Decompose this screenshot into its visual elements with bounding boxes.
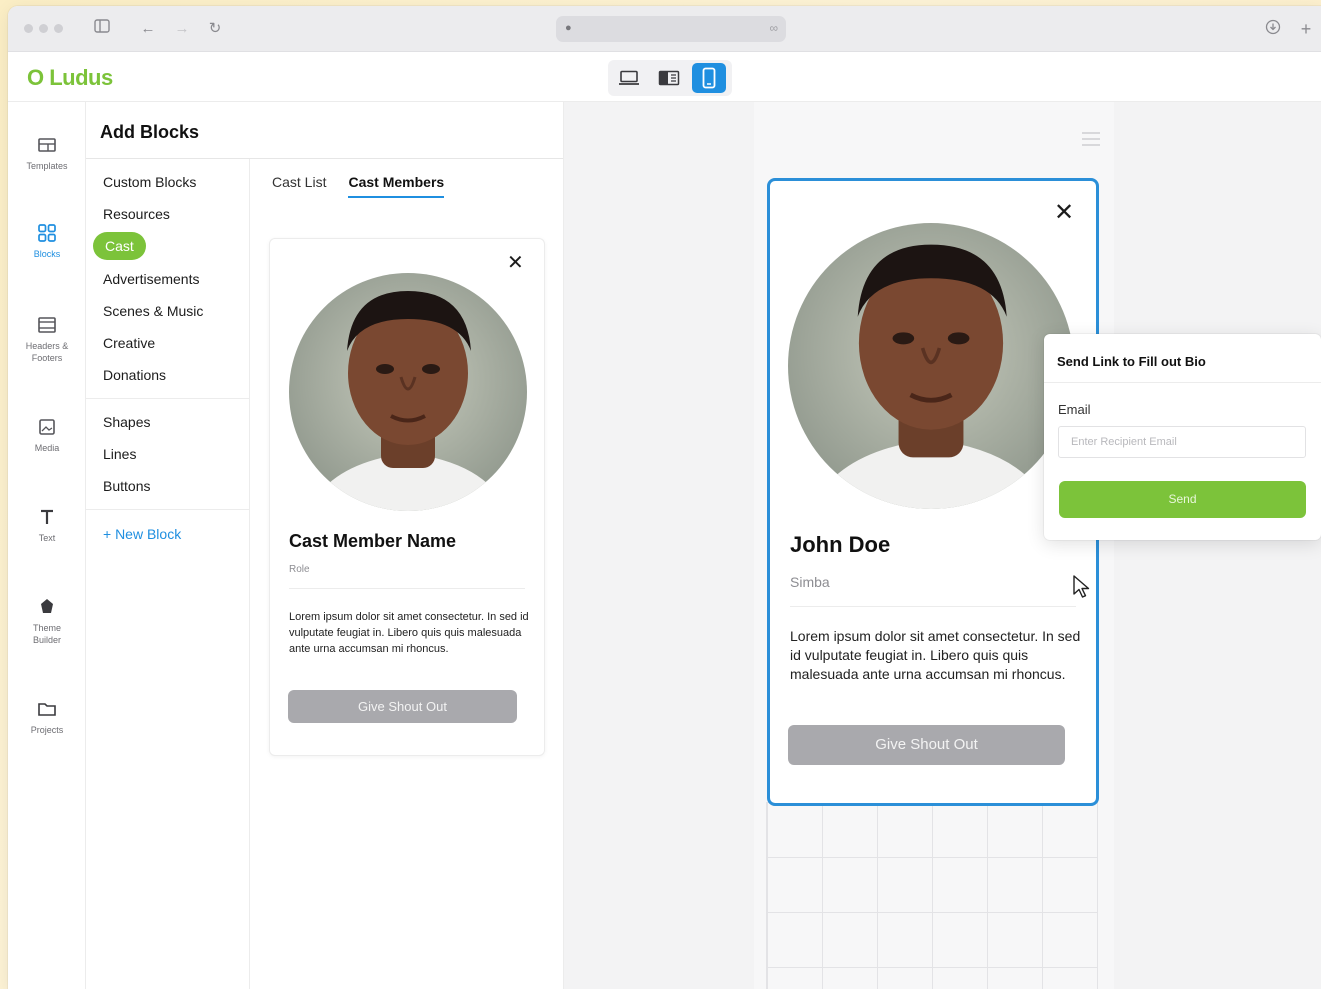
sidebar-toggle-icon[interactable] [92,19,112,39]
forward-arrow-icon[interactable]: → [172,19,192,39]
cast-member-name: Cast Member Name [289,531,457,551]
text-icon [41,509,53,524]
lock-icon: ● [565,22,572,34]
cast-member-bio[interactable]: Lorem ipsum dolor sit amet consectetur. … [790,627,1082,684]
new-block-link[interactable]: + New Block [103,526,181,542]
headers-footers-icon [38,317,56,333]
popover-title: Send Link to Fill out Bio [1057,354,1206,369]
new-tab-plus-icon[interactable]: + [1296,19,1316,39]
block-tabs: Cast List Cast Members [272,174,445,198]
avatar [289,273,527,511]
layout-grid [766,802,1098,989]
email-label: Email [1058,402,1091,417]
blocks-icon [38,224,56,242]
address-bar[interactable]: ● ∞ [556,16,786,42]
tablet-view-button[interactable] [652,63,686,93]
cast-member-role: Role [289,564,310,575]
menu-icon[interactable] [1082,132,1100,150]
send-button[interactable]: Send [1059,481,1306,518]
media-icon [39,419,55,435]
rail-item-projects[interactable]: Projects [8,700,86,736]
panel-title: Add Blocks [100,122,200,142]
rail-item-blocks[interactable]: Blocks [8,224,86,260]
mouse-cursor-icon [1073,575,1090,598]
category-list: Custom Blocks Resources Cast Advertiseme… [86,159,250,989]
cast-member-name[interactable]: John Doe [790,532,890,558]
close-icon[interactable]: ✕ [507,253,524,273]
app-header: O Ludus [8,52,1321,102]
category-scenes-music[interactable]: Scenes & Music [103,303,203,319]
editor-canvas[interactable]: ✕ John Doe Simba Lorem ipsum dolor sit a… [564,102,1321,989]
close-icon[interactable]: ✕ [1054,201,1074,225]
send-bio-link-popover: Send Link to Fill out Bio Email Send [1044,334,1321,540]
rail-item-media[interactable]: Media [8,418,86,454]
category-custom-blocks[interactable]: Custom Blocks [103,174,196,190]
avatar [788,223,1074,509]
cast-member-bio: Lorem ipsum dolor sit amet consectetur. … [289,611,529,655]
theme-builder-icon [41,599,53,613]
rail-item-theme-builder[interactable]: Theme Builder [8,598,86,646]
cast-member-role[interactable]: Simba [790,574,830,590]
templates-icon [38,138,56,152]
category-resources[interactable]: Resources [103,206,170,222]
give-shout-out-button[interactable]: Give Shout Out [288,690,517,723]
laptop-icon [619,70,639,85]
mobile-view-button[interactable] [692,63,726,93]
category-donations[interactable]: Donations [103,367,166,383]
app-window: ← → ↻ ● ∞ + O Ludus Templates Blocks Hea… [8,6,1321,989]
tab-cast-members[interactable]: Cast Members [348,174,445,198]
phone-icon [702,67,716,89]
cast-member-block-preview[interactable]: ✕ Cast Member Name Role Lorem ipsum dolo… [269,238,545,756]
browser-toolbar: ← → ↻ ● ∞ + [8,6,1321,52]
download-icon[interactable] [1263,19,1283,39]
split-view-icon [658,70,680,86]
back-arrow-icon[interactable]: ← [138,19,158,39]
category-shapes[interactable]: Shapes [103,414,150,430]
add-blocks-panel: Add Blocks Custom Blocks Resources Cast … [86,102,564,989]
device-switcher [608,60,732,96]
category-buttons[interactable]: Buttons [103,478,150,494]
category-lines[interactable]: Lines [103,446,136,462]
link-icon[interactable]: ∞ [769,21,778,35]
folder-icon [38,703,56,716]
portrait-image [289,273,527,511]
portrait-image [788,223,1074,509]
category-advertisements[interactable]: Advertisements [103,271,199,287]
rail-item-headers-footers[interactable]: Headers & Footers [8,316,86,364]
ludus-logo[interactable]: O Ludus [27,65,113,91]
give-shout-out-button[interactable]: Give Shout Out [788,725,1065,765]
category-cast[interactable]: Cast [93,232,146,260]
recipient-email-input[interactable] [1058,426,1306,458]
desktop-view-button[interactable] [612,63,646,93]
window-controls[interactable] [24,24,63,33]
left-rail: Templates Blocks Headers & Footers Media… [8,102,86,989]
category-creative[interactable]: Creative [103,335,155,351]
rail-item-templates[interactable]: Templates [8,136,86,172]
reload-icon[interactable]: ↻ [205,19,225,39]
tab-cast-list[interactable]: Cast List [272,174,326,198]
rail-item-text[interactable]: Text [8,508,86,544]
